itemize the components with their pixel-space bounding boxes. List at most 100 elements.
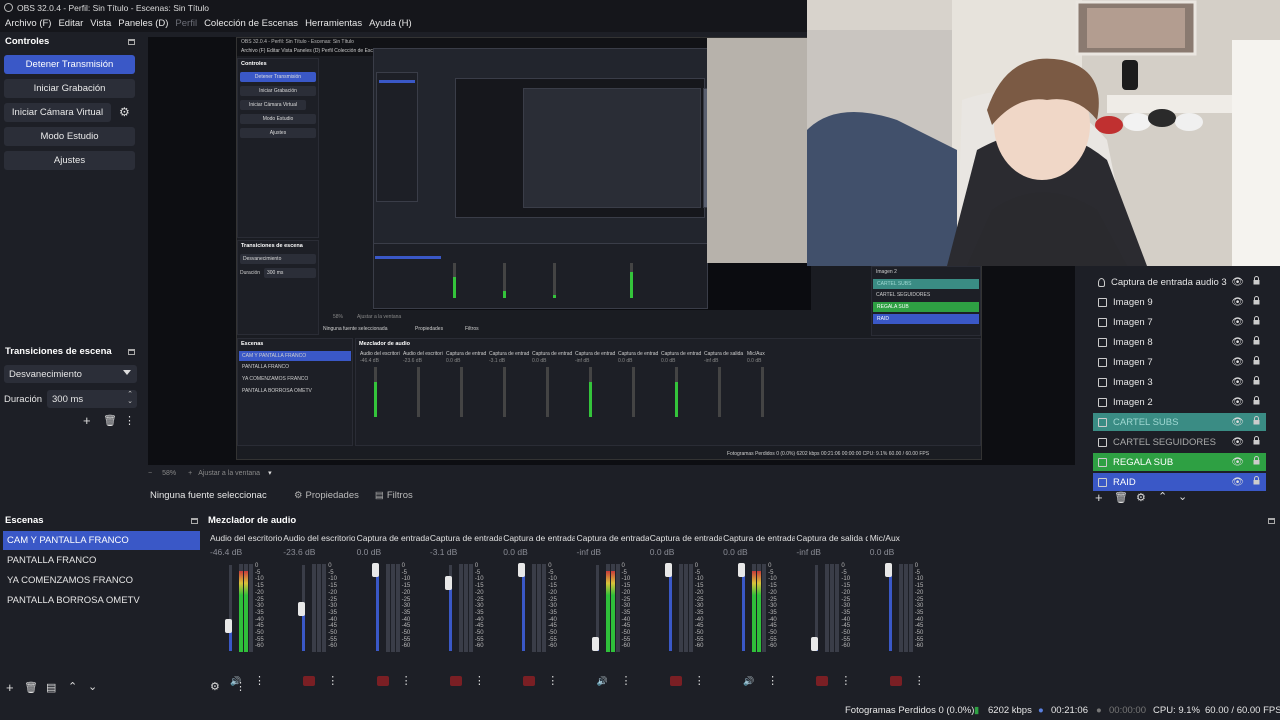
source-item[interactable]: CARTEL SEGUIDORES 👁: [1093, 433, 1266, 451]
move-up-icon[interactable]: ⌃: [68, 680, 77, 693]
visibility-eye-icon[interactable]: 👁: [1231, 317, 1244, 328]
source-item[interactable]: Imagen 7 👁: [1093, 313, 1266, 331]
move-up-icon[interactable]: ⌃: [1158, 490, 1167, 503]
visibility-eye-icon[interactable]: 👁: [1231, 397, 1244, 408]
source-item[interactable]: Imagen 3 👁: [1093, 373, 1266, 391]
lock-icon[interactable]: [1253, 276, 1260, 285]
filters-button[interactable]: Filtros: [387, 490, 413, 501]
source-item[interactable]: CARTEL SUBS 👁: [1093, 413, 1266, 431]
settings-button[interactable]: Ajustes: [4, 151, 135, 170]
fit-label[interactable]: Ajustar a la ventana: [198, 470, 260, 477]
menu-editar[interactable]: Editar: [58, 18, 83, 29]
add-source-icon[interactable]: +: [1095, 490, 1103, 505]
visibility-eye-icon[interactable]: 👁: [1231, 337, 1244, 348]
muted-speaker-icon[interactable]: [669, 676, 682, 686]
volume-fader-knob[interactable]: [884, 563, 892, 577]
scene-item[interactable]: PANTALLA BORROSA OMETV: [3, 591, 200, 610]
kebab-icon[interactable]: ⋮: [327, 674, 338, 687]
undock-icon[interactable]: [128, 38, 135, 45]
transition-select[interactable]: Desvanecimiento: [4, 365, 137, 383]
visibility-eye-icon[interactable]: 👁: [1231, 477, 1244, 488]
volume-fader-knob[interactable]: [444, 576, 452, 590]
speaker-icon[interactable]: 🔊: [743, 676, 755, 686]
add-scene-icon[interactable]: +: [6, 680, 14, 695]
kebab-icon[interactable]: ⋮: [401, 674, 412, 687]
visibility-eye-icon[interactable]: 👁: [1231, 417, 1244, 428]
menu-coleccion[interactable]: Colección de Escenas: [204, 18, 298, 29]
lock-icon[interactable]: [1253, 316, 1260, 325]
visibility-eye-icon[interactable]: 👁: [1231, 377, 1244, 388]
move-down-icon[interactable]: ⌄: [1178, 490, 1187, 503]
source-item[interactable]: Captura de entrada audio 3 👁: [1093, 273, 1266, 291]
muted-speaker-icon[interactable]: [303, 676, 316, 686]
volume-fader-knob[interactable]: [664, 563, 672, 577]
volume-fader-knob[interactable]: [298, 602, 306, 616]
lock-icon[interactable]: [1253, 476, 1260, 485]
source-item[interactable]: Imagen 7 👁: [1093, 353, 1266, 371]
spin-down-icon[interactable]: ⌄: [127, 397, 133, 405]
move-down-icon[interactable]: ⌄: [88, 680, 97, 693]
lock-icon[interactable]: [1253, 356, 1260, 365]
mixer-settings-icon[interactable]: ⚙: [210, 680, 220, 693]
source-item[interactable]: Imagen 9 👁: [1093, 293, 1266, 311]
volume-fader-knob[interactable]: [225, 619, 232, 633]
menu-herramientas[interactable]: Herramientas: [305, 18, 362, 29]
lock-icon[interactable]: [1253, 296, 1260, 305]
visibility-eye-icon[interactable]: 👁: [1231, 357, 1244, 368]
muted-speaker-icon[interactable]: [889, 676, 902, 686]
visibility-eye-icon[interactable]: 👁: [1231, 437, 1244, 448]
volume-fader-knob[interactable]: [518, 563, 526, 577]
source-item[interactable]: Imagen 8 👁: [1093, 333, 1266, 351]
menu-perfil[interactable]: Perfil: [175, 18, 197, 29]
source-item[interactable]: RAID 👁: [1093, 473, 1266, 491]
start-record-button[interactable]: Iniciar Grabación: [4, 79, 135, 98]
studio-mode-button[interactable]: Modo Estudio: [4, 127, 135, 146]
scene-item[interactable]: PANTALLA FRANCO: [3, 551, 200, 570]
kebab-icon[interactable]: ⋮: [124, 414, 135, 427]
kebab-icon[interactable]: ⋮: [767, 674, 778, 687]
lock-icon[interactable]: [1253, 396, 1260, 405]
lock-icon[interactable]: [1253, 376, 1260, 385]
add-icon[interactable]: +: [83, 413, 91, 428]
source-item[interactable]: REGALA SUB 👁: [1093, 453, 1266, 471]
muted-speaker-icon[interactable]: [449, 676, 462, 686]
scene-item[interactable]: YA COMENZAMOS FRANCO: [3, 571, 200, 590]
lock-icon[interactable]: [1253, 416, 1260, 425]
visibility-eye-icon[interactable]: 👁: [1231, 457, 1244, 468]
trash-icon[interactable]: 🗑: [103, 414, 117, 427]
volume-fader-knob[interactable]: [371, 563, 379, 577]
volume-fader-knob[interactable]: [738, 563, 746, 577]
muted-speaker-icon[interactable]: [816, 676, 829, 686]
chevron-down-icon[interactable]: ▾: [268, 469, 272, 477]
volume-fader-knob[interactable]: [591, 637, 599, 651]
filter-icon[interactable]: ▤: [46, 681, 56, 694]
stop-stream-button[interactable]: Detener Transmisión: [4, 55, 135, 74]
lock-icon[interactable]: [1253, 336, 1260, 345]
kebab-icon[interactable]: ⋮: [840, 674, 851, 687]
trash-icon[interactable]: 🗑: [24, 681, 38, 694]
source-item[interactable]: Imagen 2 👁: [1093, 393, 1266, 411]
duration-spinbox[interactable]: 300 ms ⌃ ⌄: [47, 390, 137, 408]
volume-fader-knob[interactable]: [811, 637, 819, 651]
kebab-icon[interactable]: ⋮: [621, 674, 632, 687]
lock-icon[interactable]: [1253, 456, 1260, 465]
kebab-icon[interactable]: ⋮: [474, 674, 485, 687]
trash-icon[interactable]: 🗑: [1114, 491, 1128, 504]
properties-button[interactable]: Propiedades: [306, 490, 359, 501]
kebab-icon[interactable]: ⋮: [254, 674, 265, 687]
muted-speaker-icon[interactable]: [523, 676, 536, 686]
lock-icon[interactable]: [1253, 436, 1260, 445]
start-vcam-button[interactable]: Iniciar Cámara Virtual: [4, 103, 111, 122]
vcam-gear-icon[interactable]: ⚙: [119, 105, 130, 119]
menu-vista[interactable]: Vista: [90, 18, 111, 29]
scene-item[interactable]: CAM Y PANTALLA FRANCO: [3, 531, 200, 550]
undock-icon[interactable]: [128, 348, 135, 355]
speaker-icon[interactable]: 🔊: [597, 676, 609, 686]
gear-icon[interactable]: ⚙: [1136, 491, 1146, 504]
menu-archivo[interactable]: Archivo (F): [5, 18, 51, 29]
undock-icon[interactable]: [191, 517, 198, 524]
visibility-eye-icon[interactable]: 👁: [1231, 277, 1244, 288]
visibility-eye-icon[interactable]: 👁: [1231, 297, 1244, 308]
muted-speaker-icon[interactable]: [376, 676, 389, 686]
menu-paneles[interactable]: Paneles (D): [118, 18, 168, 29]
